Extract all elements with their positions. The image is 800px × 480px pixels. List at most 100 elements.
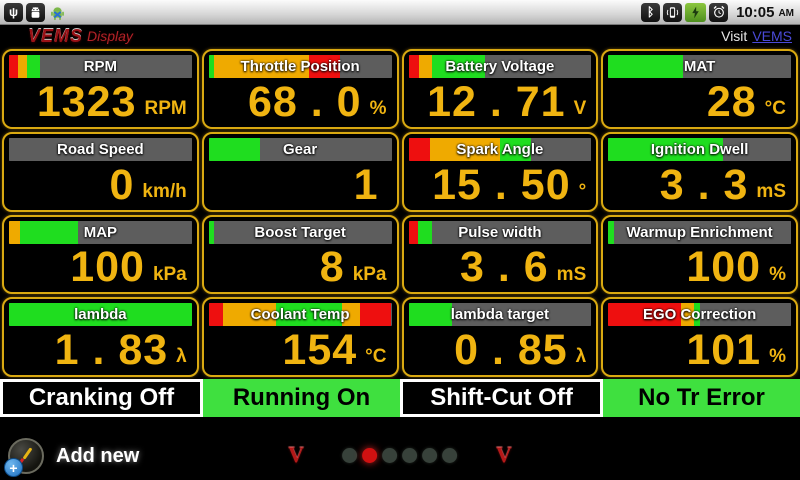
gauge-lambda-target[interactable]: lambda target 0 . 85 λ [402, 297, 599, 377]
vems-logo: VEMS [28, 26, 83, 47]
gauge-value: 154 [282, 330, 357, 371]
gauge-battery-voltage[interactable]: Battery Voltage 12 . 71 V [402, 49, 599, 129]
gauge-header: Warmup Enrichment [608, 221, 791, 244]
gauge-header: lambda [9, 303, 192, 326]
gauge-value: 101 [686, 330, 761, 371]
gauge-spark-angle[interactable]: Spark Angle 15 . 50 ° [402, 132, 599, 212]
plus-icon: + [4, 458, 23, 477]
gauge-header: Coolant Temp [209, 303, 392, 326]
battery-charging-icon [685, 3, 706, 22]
gauge-ignition-dwell[interactable]: Ignition Dwell 3 . 3 mS [601, 132, 798, 212]
gauge-unit: °C [365, 344, 386, 371]
gauge-throttle-position[interactable]: Throttle Position 68 . 0 % [202, 49, 399, 129]
gauge-value: 0 . 85 [454, 330, 568, 371]
page-dot[interactable] [423, 448, 438, 463]
android-debug-icon [48, 3, 67, 22]
gauge-ego-correction[interactable]: EGO Correction 101 % [601, 297, 798, 377]
gauge-header: Gear [209, 138, 392, 161]
page-dot[interactable] [343, 448, 358, 463]
page-dot[interactable] [403, 448, 418, 463]
gauge-unit: V [574, 96, 587, 123]
vems-v-icon: V [496, 444, 512, 466]
gauge-title: Road Speed [9, 138, 192, 161]
gauge-unit: kPa [353, 262, 387, 289]
page-dot-active[interactable] [363, 448, 378, 463]
gauge-unit: km/h [142, 179, 186, 206]
gauge-unit: °C [765, 96, 786, 123]
vibrate-icon [663, 3, 682, 22]
gauge-icon: + [8, 438, 44, 474]
gauge-rpm[interactable]: RPM 1323 RPM [2, 49, 199, 129]
gauge-header: Boost Target [209, 221, 392, 244]
gauge-unit: % [370, 96, 387, 123]
bottom-bar: + Add new V V [0, 417, 800, 480]
gauge-header: EGO Correction [608, 303, 791, 326]
gauge-unit: λ [576, 344, 587, 371]
vems-v-icon: V [288, 444, 304, 466]
gauge-value: 0 [109, 165, 134, 206]
status-tr-error: No Tr Error [603, 379, 800, 417]
alarm-clock-icon [709, 3, 728, 22]
gauge-unit: RPM [145, 96, 187, 123]
gauge-coolant-temp[interactable]: Coolant Temp 154 °C [202, 297, 399, 377]
gauge-header: Pulse width [409, 221, 592, 244]
gauge-unit: % [769, 344, 786, 371]
gauge-value: 3 . 6 [460, 247, 549, 288]
gauge-title: Boost Target [209, 221, 392, 244]
gauge-title: Spark Angle [409, 138, 592, 161]
gauge-header: Ignition Dwell [608, 138, 791, 161]
visit-vems-link[interactable]: VEMS [752, 28, 792, 44]
gauge-boost-target[interactable]: Boost Target 8 kPa [202, 215, 399, 295]
gauge-gear[interactable]: Gear 1 [202, 132, 399, 212]
gauge-value: 1 . 83 [55, 330, 169, 371]
gauge-lambda[interactable]: lambda 1 . 83 λ [2, 297, 199, 377]
gauge-mat[interactable]: MAT 28 °C [601, 49, 798, 129]
page-dots[interactable] [340, 448, 460, 463]
gauge-header: Throttle Position [209, 55, 392, 78]
usb-icon: ψ [4, 3, 23, 22]
page-dot[interactable] [383, 448, 398, 463]
gauge-title: lambda [9, 303, 192, 326]
status-cranking: Cranking Off [0, 379, 203, 417]
gauge-unit: % [769, 262, 786, 289]
gauge-title: MAP [9, 221, 192, 244]
gauge-title: RPM [9, 55, 192, 78]
gauge-title: Warmup Enrichment [608, 221, 791, 244]
gauge-header: RPM [9, 55, 192, 78]
gauge-title: Throttle Position [209, 55, 392, 78]
gauge-value: 8 [320, 247, 345, 288]
android-status-bar: ψ ᛒ 10:05 AM [0, 0, 800, 25]
gauge-header: MAT [608, 55, 791, 78]
gauge-header: lambda target [409, 303, 592, 326]
gauge-unit: ° [579, 179, 587, 206]
gauge-title: EGO Correction [608, 303, 791, 326]
status-shift-cut: Shift-Cut Off [400, 379, 603, 417]
gauge-value: 1323 [37, 82, 137, 123]
gauge-value: 3 . 3 [660, 165, 749, 206]
gauge-header: MAP [9, 221, 192, 244]
gauge-title: Gear [209, 138, 392, 161]
add-new-button[interactable]: + Add new [8, 438, 139, 474]
gauge-grid: RPM 1323 RPM Throttle Position 68 . 0 % … [0, 47, 800, 379]
clock-time: 10:05 [736, 4, 774, 21]
gauge-title: lambda target [409, 303, 592, 326]
visit-text: VisitVEMS [721, 28, 792, 44]
gauge-unit: λ [176, 344, 187, 371]
clock-ampm: AM [778, 5, 794, 19]
gauge-value: 100 [70, 247, 145, 288]
gauge-pulse-width[interactable]: Pulse width 3 . 6 mS [402, 215, 599, 295]
gauge-unit: mS [756, 179, 786, 206]
gauge-unit: kPa [153, 262, 187, 289]
gauge-header: Spark Angle [409, 138, 592, 161]
gauge-value: 28 [707, 82, 757, 123]
gauge-warmup-enrichment[interactable]: Warmup Enrichment 100 % [601, 215, 798, 295]
gauge-title: Pulse width [409, 221, 592, 244]
page-dot[interactable] [443, 448, 458, 463]
gauge-map[interactable]: MAP 100 kPa [2, 215, 199, 295]
gauge-value: 12 . 71 [427, 82, 566, 123]
gauge-road-speed[interactable]: Road Speed 0 km/h [2, 132, 199, 212]
gauge-title: Coolant Temp [209, 303, 392, 326]
gauge-title: Battery Voltage [409, 55, 592, 78]
status-running: Running On [203, 379, 400, 417]
gauge-title: Ignition Dwell [608, 138, 791, 161]
